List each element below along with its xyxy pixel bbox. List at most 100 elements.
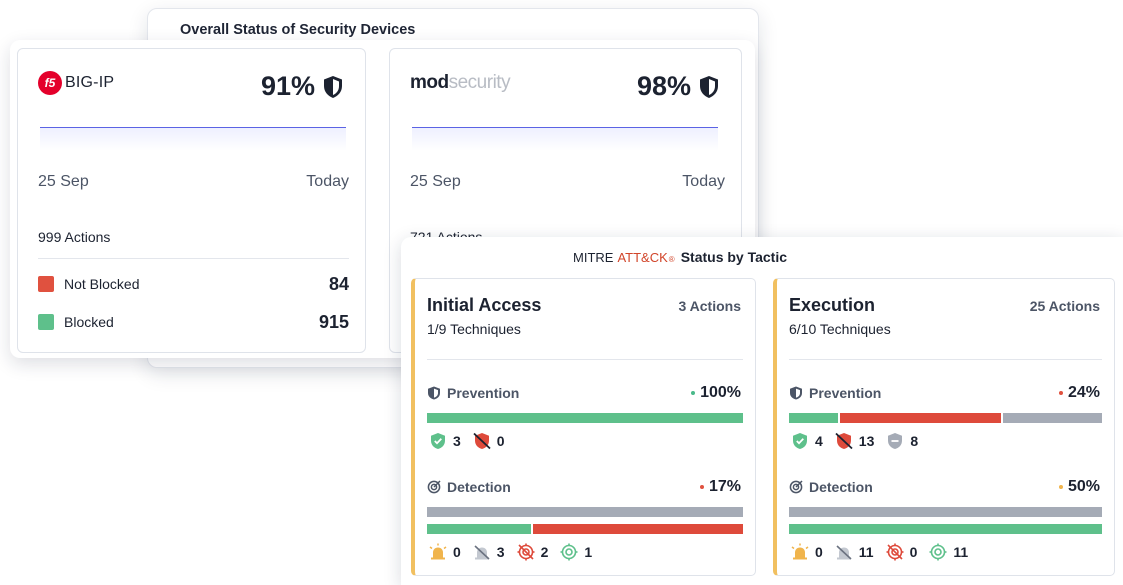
bar-segment <box>532 524 743 534</box>
prevention-percent-value: 24% <box>1067 384 1100 401</box>
date-end: Today <box>306 173 349 190</box>
bar-segment <box>789 524 1102 534</box>
prevention-header: Prevention 24% <box>789 383 1100 403</box>
detection-header: Detection 17% <box>427 477 741 497</box>
percent-value: 98% <box>636 71 691 101</box>
alarm-off-icon <box>474 545 490 560</box>
prevention-bar <box>789 413 1102 423</box>
status-dot <box>699 485 704 489</box>
divider <box>38 258 349 259</box>
alarm-icon <box>429 543 447 560</box>
mitre-panel-title: MITRE ATT&CK ® Status by Tactic <box>573 249 787 265</box>
status-dot <box>1058 485 1063 489</box>
blocked-count: 3 <box>453 433 461 449</box>
detection-percent-value: 17% <box>708 478 741 495</box>
device-percent: 91% <box>261 71 343 102</box>
shield-icon <box>790 386 802 400</box>
legend-value: 915 <box>318 311 349 332</box>
bar-segment <box>1003 413 1102 423</box>
detection-bar-logged <box>427 507 743 517</box>
device-percent: 98% <box>637 71 719 102</box>
shield-icon <box>428 386 440 400</box>
divider <box>789 359 1102 360</box>
prevention-label: Prevention <box>447 385 520 401</box>
legend-label: Not Blocked <box>64 276 140 292</box>
blocked-count: 4 <box>815 433 823 449</box>
prevention-header: Prevention 100% <box>427 383 741 403</box>
device-card-big-ip[interactable]: f5 BIG-IP 91% 25 Sep Today 999 Actions N… <box>17 48 366 353</box>
modsecurity-logo-part2: security <box>448 72 511 93</box>
dashboard: Overall Status of Security Devices f5 BI… <box>0 0 1123 585</box>
alert-count: 0 <box>815 544 823 560</box>
prevention-counts: 3 0 <box>429 431 517 451</box>
target-icon <box>789 480 803 494</box>
not-blocked-swatch <box>38 276 54 292</box>
target-off-icon <box>886 543 904 561</box>
bar-segment <box>789 507 1102 517</box>
shield-off-icon <box>473 432 491 450</box>
prevention-percent-value: 100% <box>700 384 741 401</box>
detection-header: Detection 50% <box>789 477 1100 497</box>
trend-sparkline <box>40 127 346 151</box>
detection-label: Detection <box>809 479 873 495</box>
detection-bar-logged <box>789 507 1102 517</box>
prevention-label: Prevention <box>809 385 882 401</box>
prevention-bar <box>427 413 743 423</box>
target-detected-icon <box>560 543 578 561</box>
device-brand: f5 BIG-IP <box>38 69 114 97</box>
tactic-techniques: 1/9 Techniques <box>427 321 521 337</box>
neutral-count: 8 <box>910 433 919 449</box>
device-name: BIG-IP <box>65 74 115 91</box>
legend-value: 84 <box>328 273 349 294</box>
date-start: 25 Sep <box>410 173 461 190</box>
trend-sparkline <box>412 127 718 151</box>
date-start: 25 Sep <box>38 173 89 190</box>
detection-counts: 0 3 2 1 <box>429 542 604 562</box>
tactic-actions: 25 Actions <box>1029 298 1100 314</box>
bar-segment <box>427 507 743 517</box>
detected-count: 1 <box>584 544 593 560</box>
detection-percent-value: 50% <box>1067 478 1100 495</box>
alarm-off-icon <box>836 545 852 560</box>
mitre-title-prefix: MITRE <box>573 250 614 265</box>
detection-label: Detection <box>447 479 511 495</box>
tactic-techniques: 6/10 Techniques <box>789 321 891 337</box>
shield-off-icon <box>835 432 853 450</box>
actions-count: 999 Actions <box>38 229 111 245</box>
tactic-card-initial-access[interactable]: Initial Access 1/9 Techniques 3 Actions … <box>411 278 756 576</box>
date-end: Today <box>682 173 725 190</box>
detected-count: 11 <box>953 544 969 560</box>
detection-bar-alerted <box>789 524 1102 534</box>
tactic-actions: 3 Actions <box>678 298 742 314</box>
prevention-percent: 100% <box>691 384 741 402</box>
detection-percent: 50% <box>1058 478 1100 496</box>
alarm-icon <box>791 543 809 560</box>
detection-counts: 0 11 0 11 <box>791 542 980 562</box>
silent-count: 11 <box>858 544 874 560</box>
tactic-name: Execution <box>789 295 876 315</box>
prevention-counts: 4 13 8 <box>791 431 930 451</box>
registered-mark: ® <box>668 255 675 264</box>
target-off-icon <box>517 543 535 561</box>
tactic-card-execution[interactable]: Execution 6/10 Techniques 25 Actions Pre… <box>773 278 1115 576</box>
detection-bar-alerted <box>427 524 743 534</box>
not-blocked-count: 0 <box>496 433 505 449</box>
mitre-title-brand: ATT&CK <box>617 250 668 265</box>
legend-not-blocked: Not Blocked 84 <box>38 273 349 295</box>
divider <box>427 359 743 360</box>
detection-percent: 17% <box>699 478 741 496</box>
shield-check-icon <box>793 433 807 449</box>
target-icon <box>427 480 441 494</box>
missed-count: 2 <box>540 544 549 560</box>
device-brand: mod security <box>410 69 511 97</box>
panel-title: Overall Status of Security Devices <box>180 22 416 38</box>
mitre-title-suffix: Status by Tactic <box>680 249 788 265</box>
bar-segment <box>789 413 839 423</box>
shield-check-icon <box>431 433 445 449</box>
tactic-name: Initial Access <box>427 295 542 315</box>
bar-segment <box>427 524 531 534</box>
status-dot <box>1058 391 1063 395</box>
target-detected-icon <box>929 543 947 561</box>
not-blocked-count: 13 <box>858 433 875 449</box>
bar-segment <box>840 413 1002 423</box>
